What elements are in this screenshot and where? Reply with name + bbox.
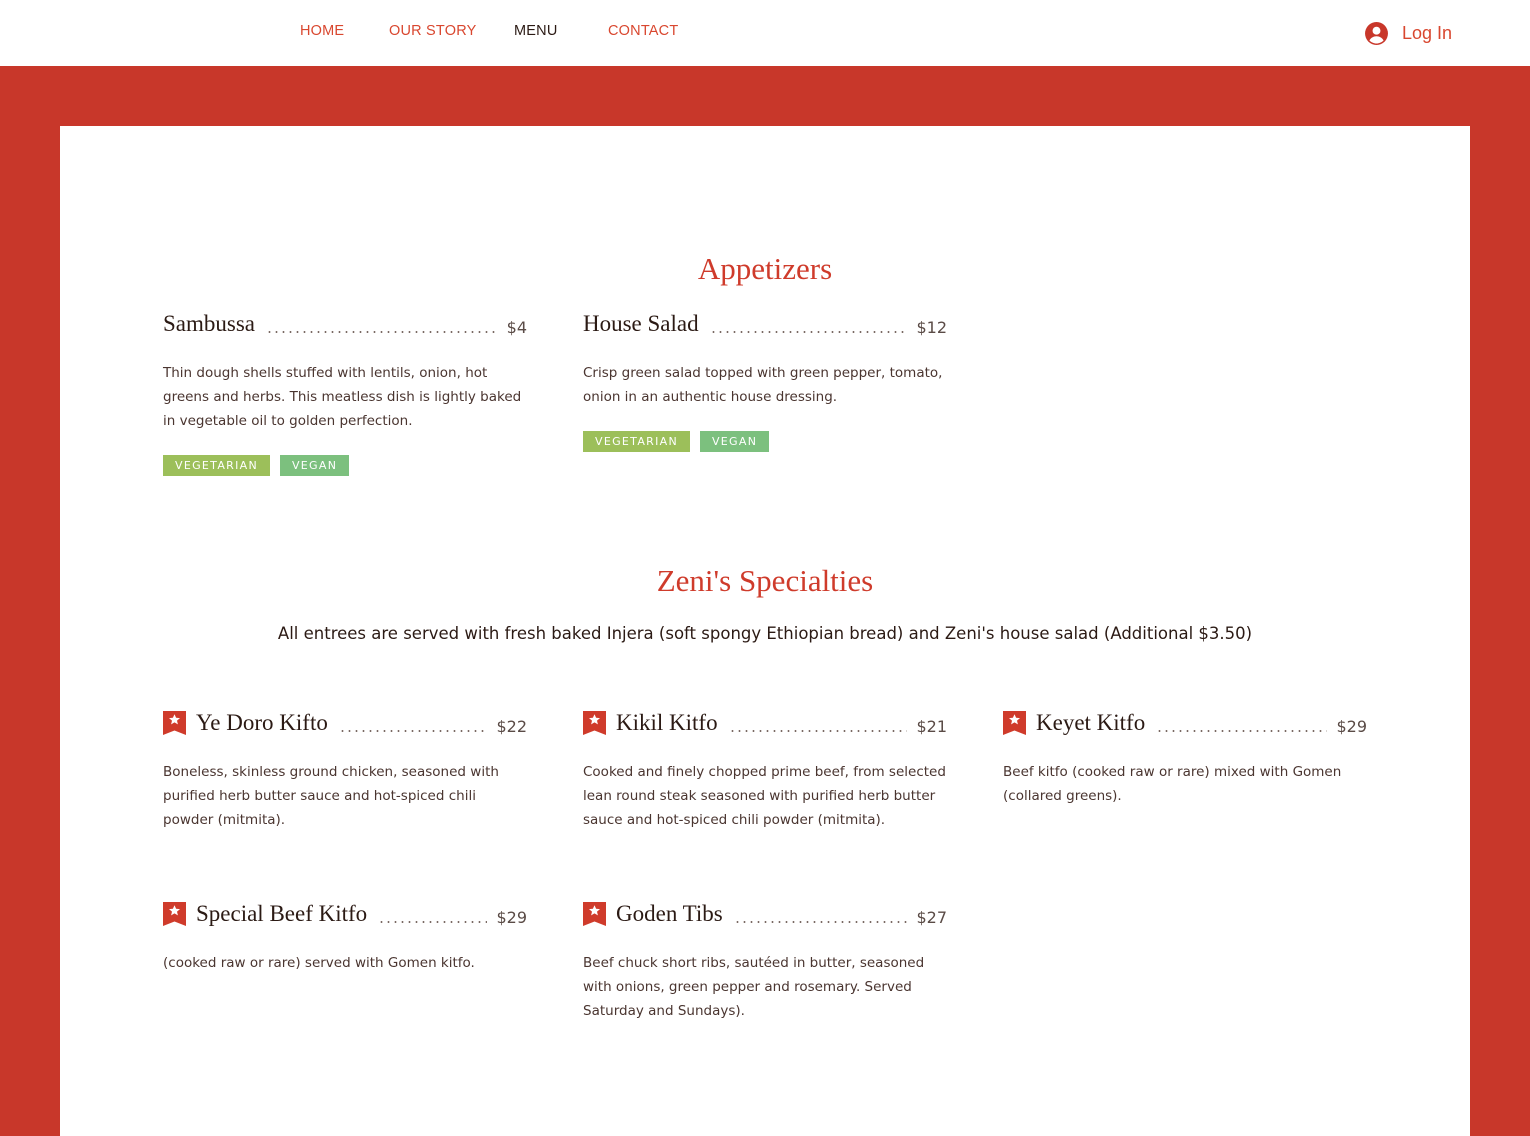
item-description: Thin dough shells stuffed with lentils, …	[163, 365, 522, 429]
item-name: House Salad	[583, 311, 699, 336]
vegetarian-tag: VEGETARIAN	[163, 455, 270, 476]
dot-leader	[733, 921, 908, 923]
login-label: Log In	[1402, 22, 1453, 43]
item-price: $29	[1336, 717, 1367, 736]
dot-leader	[266, 331, 498, 333]
user-avatar-icon	[1364, 21, 1389, 46]
star-badge-icon	[163, 711, 186, 735]
appetizers-title: Appetizers	[697, 251, 833, 286]
item-name: Sambussa	[163, 311, 255, 336]
item-price: $29	[496, 908, 527, 927]
nav-contact-link[interactable]: CONTACT	[608, 23, 678, 39]
item-name: Ye Doro Kifto	[196, 710, 328, 735]
menu-item-sambussa: Sambussa $4 Thin dough shells stuffed wi…	[163, 309, 527, 476]
item-price: $27	[916, 908, 947, 927]
menu-item-house-salad: House Salad $12 Crisp green salad topped…	[583, 309, 947, 452]
item-name: Goden Tibs	[616, 901, 723, 926]
menu-item-kikil-kitfo: Kikil Kitfo $21 Cooked and finely choppe…	[583, 708, 947, 832]
menu-item-keyet-kitfo: Keyet Kitfo $29 Beef kitfo (cooked raw o…	[1003, 708, 1367, 808]
item-description: Beef kitfo (cooked raw or rare) mixed wi…	[1003, 764, 1342, 804]
nav-menu-link[interactable]: MENU	[514, 23, 558, 39]
item-name: Kikil Kitfo	[616, 710, 718, 735]
dot-leader	[338, 730, 488, 732]
star-badge-icon	[583, 711, 606, 735]
item-description: Boneless, skinless ground chicken, seaso…	[163, 764, 499, 828]
star-badge-icon	[583, 902, 606, 926]
vegan-tag: VEGAN	[699, 431, 770, 452]
specialties-title: Zeni's Specialties	[656, 563, 874, 598]
star-badge-icon	[163, 902, 186, 926]
dot-leader	[728, 730, 908, 732]
dot-leader	[378, 921, 488, 923]
item-price: $22	[496, 717, 527, 736]
login-button[interactable]: Log In	[1364, 18, 1452, 48]
item-description: Beef chuck short ribs, sautéed in butter…	[583, 955, 925, 1019]
top-navigation-bar: HOME OUR STORY MENU CONTACT Log In	[0, 0, 1530, 66]
vegetarian-tag: VEGETARIAN	[583, 431, 690, 452]
dot-leader	[709, 331, 908, 333]
item-price: $21	[916, 717, 947, 736]
item-name: Special Beef Kitfo	[196, 901, 368, 926]
item-description: Cooked and finely chopped prime beef, fr…	[583, 764, 946, 828]
menu-item-goden-tibs: Goden Tibs $27 Beef chuck short ribs, sa…	[583, 899, 947, 1023]
dot-leader	[1156, 730, 1328, 732]
specialties-subtitle: All entrees are served with fresh baked …	[277, 624, 1253, 643]
nav-our-story-link[interactable]: OUR STORY	[389, 23, 476, 39]
menu-panel: Appetizers Sambussa $4 Thin dough shells…	[60, 126, 1470, 1136]
nav-home-link[interactable]: HOME	[300, 23, 344, 39]
vegan-tag: VEGAN	[279, 455, 350, 476]
menu-item-special-beef-kitfo: Special Beef Kitfo $29 (cooked raw or ra…	[163, 899, 527, 975]
item-name: Keyet Kitfo	[1036, 710, 1146, 735]
star-badge-icon	[1003, 711, 1026, 735]
item-description: (cooked raw or rare) served with Gomen k…	[163, 955, 475, 971]
item-price: $4	[506, 318, 527, 337]
menu-item-ye-doro-kifto: Ye Doro Kifto $22 Boneless, skinless gro…	[163, 708, 527, 832]
item-price: $12	[916, 318, 947, 337]
item-description: Crisp green salad topped with green pepp…	[583, 365, 943, 405]
